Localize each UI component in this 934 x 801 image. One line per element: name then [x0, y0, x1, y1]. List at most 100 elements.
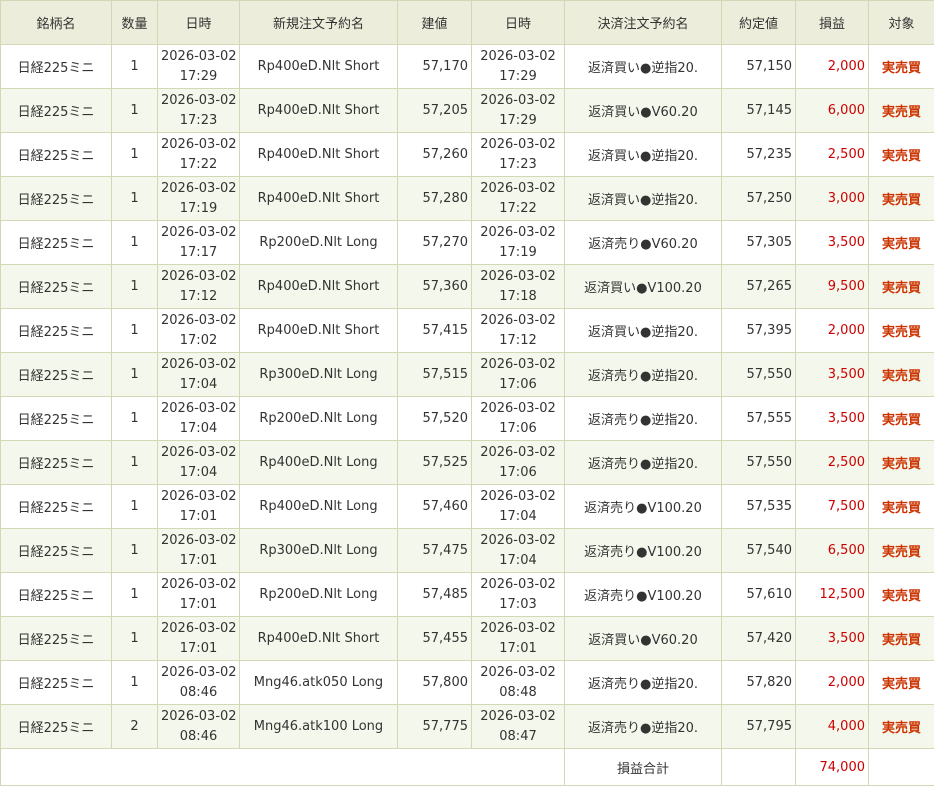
- time-text: 17:29: [499, 68, 537, 84]
- time-text: 17:12: [179, 288, 218, 304]
- time-text: 17:01: [179, 596, 218, 612]
- cell-pnl: 2,000: [795, 44, 869, 89]
- cell-close-order-name: 返済売り●V100.20: [564, 528, 722, 573]
- col-header-close-order-name: 決済注文予約名: [564, 0, 722, 45]
- date-text: 2026-03-02: [480, 268, 556, 284]
- cell-open-datetime: 2026-03-02 17:12: [157, 264, 240, 309]
- cell-qty: 1: [111, 88, 158, 133]
- cell-open-datetime: 2026-03-02 17:01: [157, 572, 240, 617]
- cell-close-price: 57,820: [721, 660, 796, 705]
- date-text: 2026-03-02: [480, 576, 556, 592]
- cell-close-price: 57,610: [721, 572, 796, 617]
- cell-symbol: 日経225ミニ: [0, 88, 112, 133]
- cell-open-order-name: Rp400eD.Nlt Short: [239, 44, 398, 89]
- cell-open-price: 57,270: [397, 220, 472, 265]
- cell-open-price: 57,415: [397, 308, 472, 353]
- date-text: 2026-03-02: [480, 620, 556, 636]
- cell-close-price: 57,150: [721, 44, 796, 89]
- time-text: 17:23: [179, 112, 218, 128]
- col-header-target: 対象: [868, 0, 934, 45]
- cell-target: 実売買: [868, 352, 934, 397]
- table-row: 日経225ミニ 1 2026-03-02 17:19 Rp400eD.Nlt Short…: [0, 176, 934, 221]
- time-text: 17:03: [499, 596, 537, 612]
- time-text: 17:04: [499, 552, 537, 568]
- col-header-open-order-name: 新規注文予約名: [239, 0, 398, 45]
- cell-close-price: 57,550: [721, 440, 796, 485]
- cell-target: 実売買: [868, 572, 934, 617]
- cell-pnl: 3,500: [795, 352, 869, 397]
- date-text: 2026-03-02: [480, 48, 556, 64]
- cell-target: 実売買: [868, 220, 934, 265]
- table-row: 日経225ミニ 1 2026-03-02 17:01 Rp400eD.Nlt Short…: [0, 616, 934, 661]
- date-text: 2026-03-02: [161, 312, 237, 328]
- cell-open-order-name: Rp400eD.Nlt Long: [239, 484, 398, 529]
- date-text: 2026-03-02: [161, 576, 237, 592]
- table-row: 日経225ミニ 1 2026-03-02 17:01 Rp400eD.Nlt Long 5…: [0, 484, 934, 529]
- cell-open-price: 57,800: [397, 660, 472, 705]
- cell-qty: 1: [111, 352, 158, 397]
- cell-close-order-name: 返済買い●逆指20.: [564, 308, 722, 353]
- time-text: 17:17: [179, 244, 218, 260]
- table-row: 日経225ミニ 1 2026-03-02 17:02 Rp400eD.Nlt Short…: [0, 308, 934, 353]
- date-text: 2026-03-02: [161, 180, 237, 196]
- cell-open-datetime: 2026-03-02 17:22: [157, 132, 240, 177]
- cell-symbol: 日経225ミニ: [0, 704, 112, 749]
- date-text: 2026-03-02: [480, 356, 556, 372]
- cell-pnl: 7,500: [795, 484, 869, 529]
- cell-symbol: 日経225ミニ: [0, 220, 112, 265]
- cell-qty: 1: [111, 572, 158, 617]
- cell-target: 実売買: [868, 44, 934, 89]
- time-text: 08:48: [499, 684, 537, 700]
- date-text: 2026-03-02: [161, 444, 237, 460]
- table-row: 日経225ミニ 1 2026-03-02 17:01 Rp300eD.Nlt Long 5…: [0, 528, 934, 573]
- cell-open-order-name: Rp400eD.Nlt Short: [239, 616, 398, 661]
- cell-open-datetime: 2026-03-02 17:04: [157, 396, 240, 441]
- time-text: 17:04: [179, 464, 218, 480]
- cell-open-order-name: Rp300eD.Nlt Long: [239, 352, 398, 397]
- table-row: 日経225ミニ 1 2026-03-02 17:04 Rp200eD.Nlt Long 5…: [0, 396, 934, 441]
- time-text: 08:46: [179, 728, 218, 744]
- cell-qty: 1: [111, 132, 158, 177]
- cell-open-datetime: 2026-03-02 17:23: [157, 88, 240, 133]
- cell-symbol: 日経225ミニ: [0, 176, 112, 221]
- date-text: 2026-03-02: [161, 356, 237, 372]
- date-text: 2026-03-02: [480, 444, 556, 460]
- cell-symbol: 日経225ミニ: [0, 44, 112, 89]
- cell-close-datetime: 2026-03-02 17:29: [471, 88, 565, 133]
- cell-close-order-name: 返済買い●逆指20.: [564, 176, 722, 221]
- cell-pnl: 3,500: [795, 396, 869, 441]
- cell-qty: 1: [111, 616, 158, 661]
- cell-open-price: 57,485: [397, 572, 472, 617]
- date-text: 2026-03-02: [161, 136, 237, 152]
- time-text: 17:23: [499, 156, 537, 172]
- header-row: 銘柄名 数量 日時 新規注文予約名 建値 日時 決済注文予約名 約定値 損益 対…: [0, 0, 934, 45]
- cell-close-datetime: 2026-03-02 17:22: [471, 176, 565, 221]
- cell-close-datetime: 2026-03-02 17:18: [471, 264, 565, 309]
- cell-open-datetime: 2026-03-02 17:01: [157, 528, 240, 573]
- cell-close-datetime: 2026-03-02 17:06: [471, 352, 565, 397]
- cell-close-order-name: 返済売り●逆指20.: [564, 352, 722, 397]
- cell-open-price: 57,520: [397, 396, 472, 441]
- total-row: 損益合計 74,000: [0, 748, 934, 786]
- time-text: 17:19: [499, 244, 537, 260]
- total-spacer-3: [868, 748, 934, 786]
- time-text: 17:22: [499, 200, 537, 216]
- time-text: 08:46: [179, 684, 218, 700]
- cell-target: 実売買: [868, 616, 934, 661]
- cell-pnl: 2,500: [795, 440, 869, 485]
- cell-symbol: 日経225ミニ: [0, 132, 112, 177]
- trade-rows: 日経225ミニ 1 2026-03-02 17:29 Rp400eD.Nlt Short…: [0, 44, 934, 749]
- time-text: 17:12: [499, 332, 537, 348]
- cell-open-order-name: Mng46.atk100 Long: [239, 704, 398, 749]
- cell-pnl: 4,000: [795, 704, 869, 749]
- date-text: 2026-03-02: [480, 400, 556, 416]
- date-text: 2026-03-02: [161, 708, 237, 724]
- cell-pnl: 2,000: [795, 308, 869, 353]
- cell-open-order-name: Rp400eD.Nlt Short: [239, 308, 398, 353]
- cell-symbol: 日経225ミニ: [0, 396, 112, 441]
- cell-open-order-name: Rp200eD.Nlt Long: [239, 220, 398, 265]
- cell-open-price: 57,775: [397, 704, 472, 749]
- cell-open-price: 57,360: [397, 264, 472, 309]
- cell-symbol: 日経225ミニ: [0, 616, 112, 661]
- cell-open-datetime: 2026-03-02 17:04: [157, 352, 240, 397]
